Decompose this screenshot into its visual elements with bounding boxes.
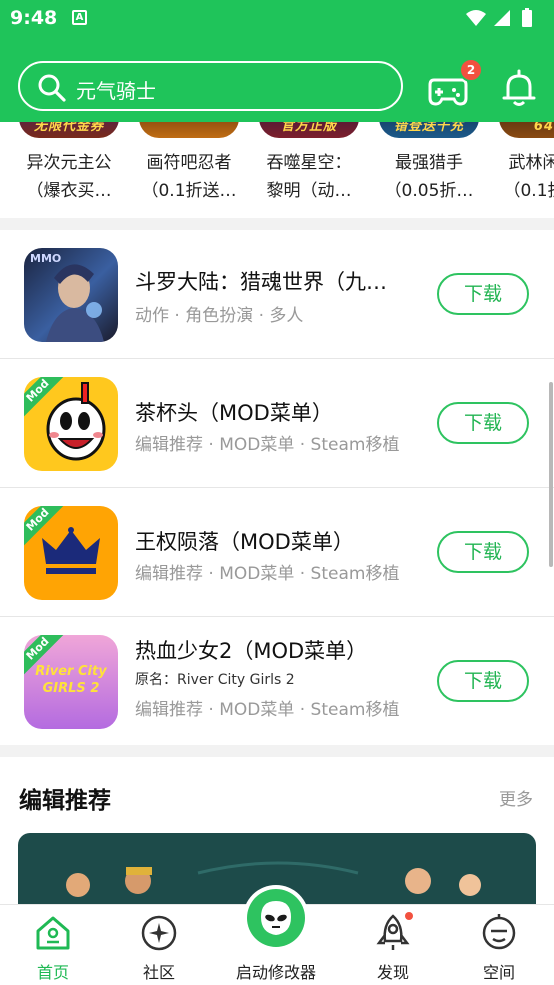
strip-item-sub: （爆衣买… [26,181,112,201]
game-tags: 编辑推荐 · MOD菜单 · Steam移植 [135,700,400,720]
top-header: 9:48 A 元气骑士 2 [0,0,554,122]
scrollbar[interactable] [549,382,553,567]
bell-icon [502,69,536,106]
game-tags: 动作 · 角色扮演 · 多人 [135,306,304,326]
featured-strip: 无限代金券 异次元主公 （爆衣买… 画符吧忍者 （0.1折送… 官方正版 吞噬星… [0,122,554,218]
game-title: 斗罗大陆：猎魂世界（九… [135,270,387,294]
nav-community[interactable]: 社区 [109,905,209,985]
bell-button[interactable] [498,66,542,110]
strip-item-name: 最强猎手 [395,153,463,173]
search-bar[interactable]: 元气骑士 [18,61,403,111]
strip-item-sub: （0.05折… [384,181,474,201]
discover-dot [405,912,413,920]
strip-item-sub: （0.1折送… [141,181,237,201]
thumbnail-text: 错登送千充 [393,122,464,134]
game-icon-river-city: River City GIRLS 2 Mod [24,635,118,729]
home-icon [36,916,70,950]
icon-label: River City GIRLS 2 [35,664,107,696]
game-thumbnail: 648 [499,122,554,138]
thumbnail-text: 官方正版 [280,122,337,134]
strip-item[interactable]: 错登送千充 最强猎手 （0.05折… [369,122,489,218]
search-icon [37,73,67,107]
thumbnail-text: 648 [533,122,554,134]
game-thumbnail: 无限代金券 [19,122,119,138]
game-title: 王权陨落（MOD菜单） [135,530,354,554]
nav-space[interactable]: 空间 [449,905,549,985]
game-thumbnail [139,122,239,138]
nav-label: 发现 [376,963,409,982]
app-root: 9:48 A 元气骑士 2 无限代金券 异次元主公 （爆衣买… 画符吧忍者 （0… [0,0,554,985]
nav-label: 社区 [142,963,175,982]
strip-item-sub: （0.1折 [503,181,554,201]
launcher-icon-bg [247,889,305,947]
strip-item[interactable]: 648 武林闲 （0.1折 [489,122,554,218]
strip-item[interactable]: 官方正版 吞噬星空： 黎明（动… [249,122,369,218]
notification-badge: 2 [459,58,483,82]
launcher-button[interactable] [243,885,309,951]
game-icon-crown: Mod [24,506,118,600]
status-time: 9:48 [10,7,58,29]
status-icons [464,8,544,34]
game-thumbnail: 官方正版 [259,122,359,138]
game-tags: 编辑推荐 · MOD菜单 · Steam移植 [135,564,400,584]
game-icon-douluo: MMO [24,248,118,342]
search-text: 元气骑士 [76,79,156,103]
game-tags: 编辑推荐 · MOD菜单 · Steam移植 [135,435,400,455]
game-title: 热血少女2（MOD菜单） [135,639,368,663]
community-icon [141,915,177,951]
game-row[interactable]: River City GIRLS 2 Mod 热血少女2（MOD菜单） 原名：R… [0,617,554,746]
strip-item[interactable]: 画符吧忍者 （0.1折送… [129,122,249,218]
strip-item[interactable]: 无限代金券 异次元主公 （爆衣买… [9,122,129,218]
section-title: 编辑推荐 [19,788,111,814]
download-button[interactable]: 下载 [437,273,529,315]
download-button[interactable]: 下载 [437,660,529,702]
download-button[interactable]: 下载 [437,402,529,444]
strip-item-name: 吞噬星空： [266,153,352,173]
more-link[interactable]: 更多 [499,785,533,810]
game-list: MMO 斗罗大陆：猎魂世界（九… 动作 · 角色扮演 · 多人 下载 Mod 茶… [0,230,554,745]
alien-face-icon [261,901,291,935]
game-original-name: 原名：River City Girls 2 [135,672,295,688]
strip-item-name: 异次元主公 [26,153,112,173]
nav-discover[interactable]: 发现 [343,905,443,985]
game-icon-cuphead: Mod [24,377,118,471]
robot-face-icon [482,914,516,950]
game-thumbnail: 错登送千充 [379,122,479,138]
game-row[interactable]: Mod 王权陨落（MOD菜单） 编辑推荐 · MOD菜单 · Steam移植 下… [0,488,554,617]
download-button[interactable]: 下载 [437,531,529,573]
game-row[interactable]: Mod 茶杯头（MOD菜单） 编辑推荐 · MOD菜单 · Steam移植 下载 [0,359,554,488]
strip-item-sub: 黎明（动… [266,181,352,201]
editor-picks-section: 编辑推荐 更多 [0,757,554,905]
strip-item-name: 画符吧忍者 [146,153,232,173]
notification-icon: A [72,10,87,25]
nav-label: 空间 [482,963,515,982]
thumbnail-text: 无限代金券 [33,122,104,134]
strip-item-name: 武林闲 [508,153,554,173]
nav-label: 启动修改器 [235,963,316,982]
wifi-signal-battery-icon [466,8,532,27]
game-title: 茶杯头（MOD菜单） [135,401,333,425]
status-bar: 9:48 A [0,0,554,36]
nav-home[interactable]: 首页 [3,905,103,985]
game-row[interactable]: MMO 斗罗大陆：猎魂世界（九… 动作 · 角色扮演 · 多人 下载 [0,230,554,359]
nav-label: 首页 [36,963,69,982]
